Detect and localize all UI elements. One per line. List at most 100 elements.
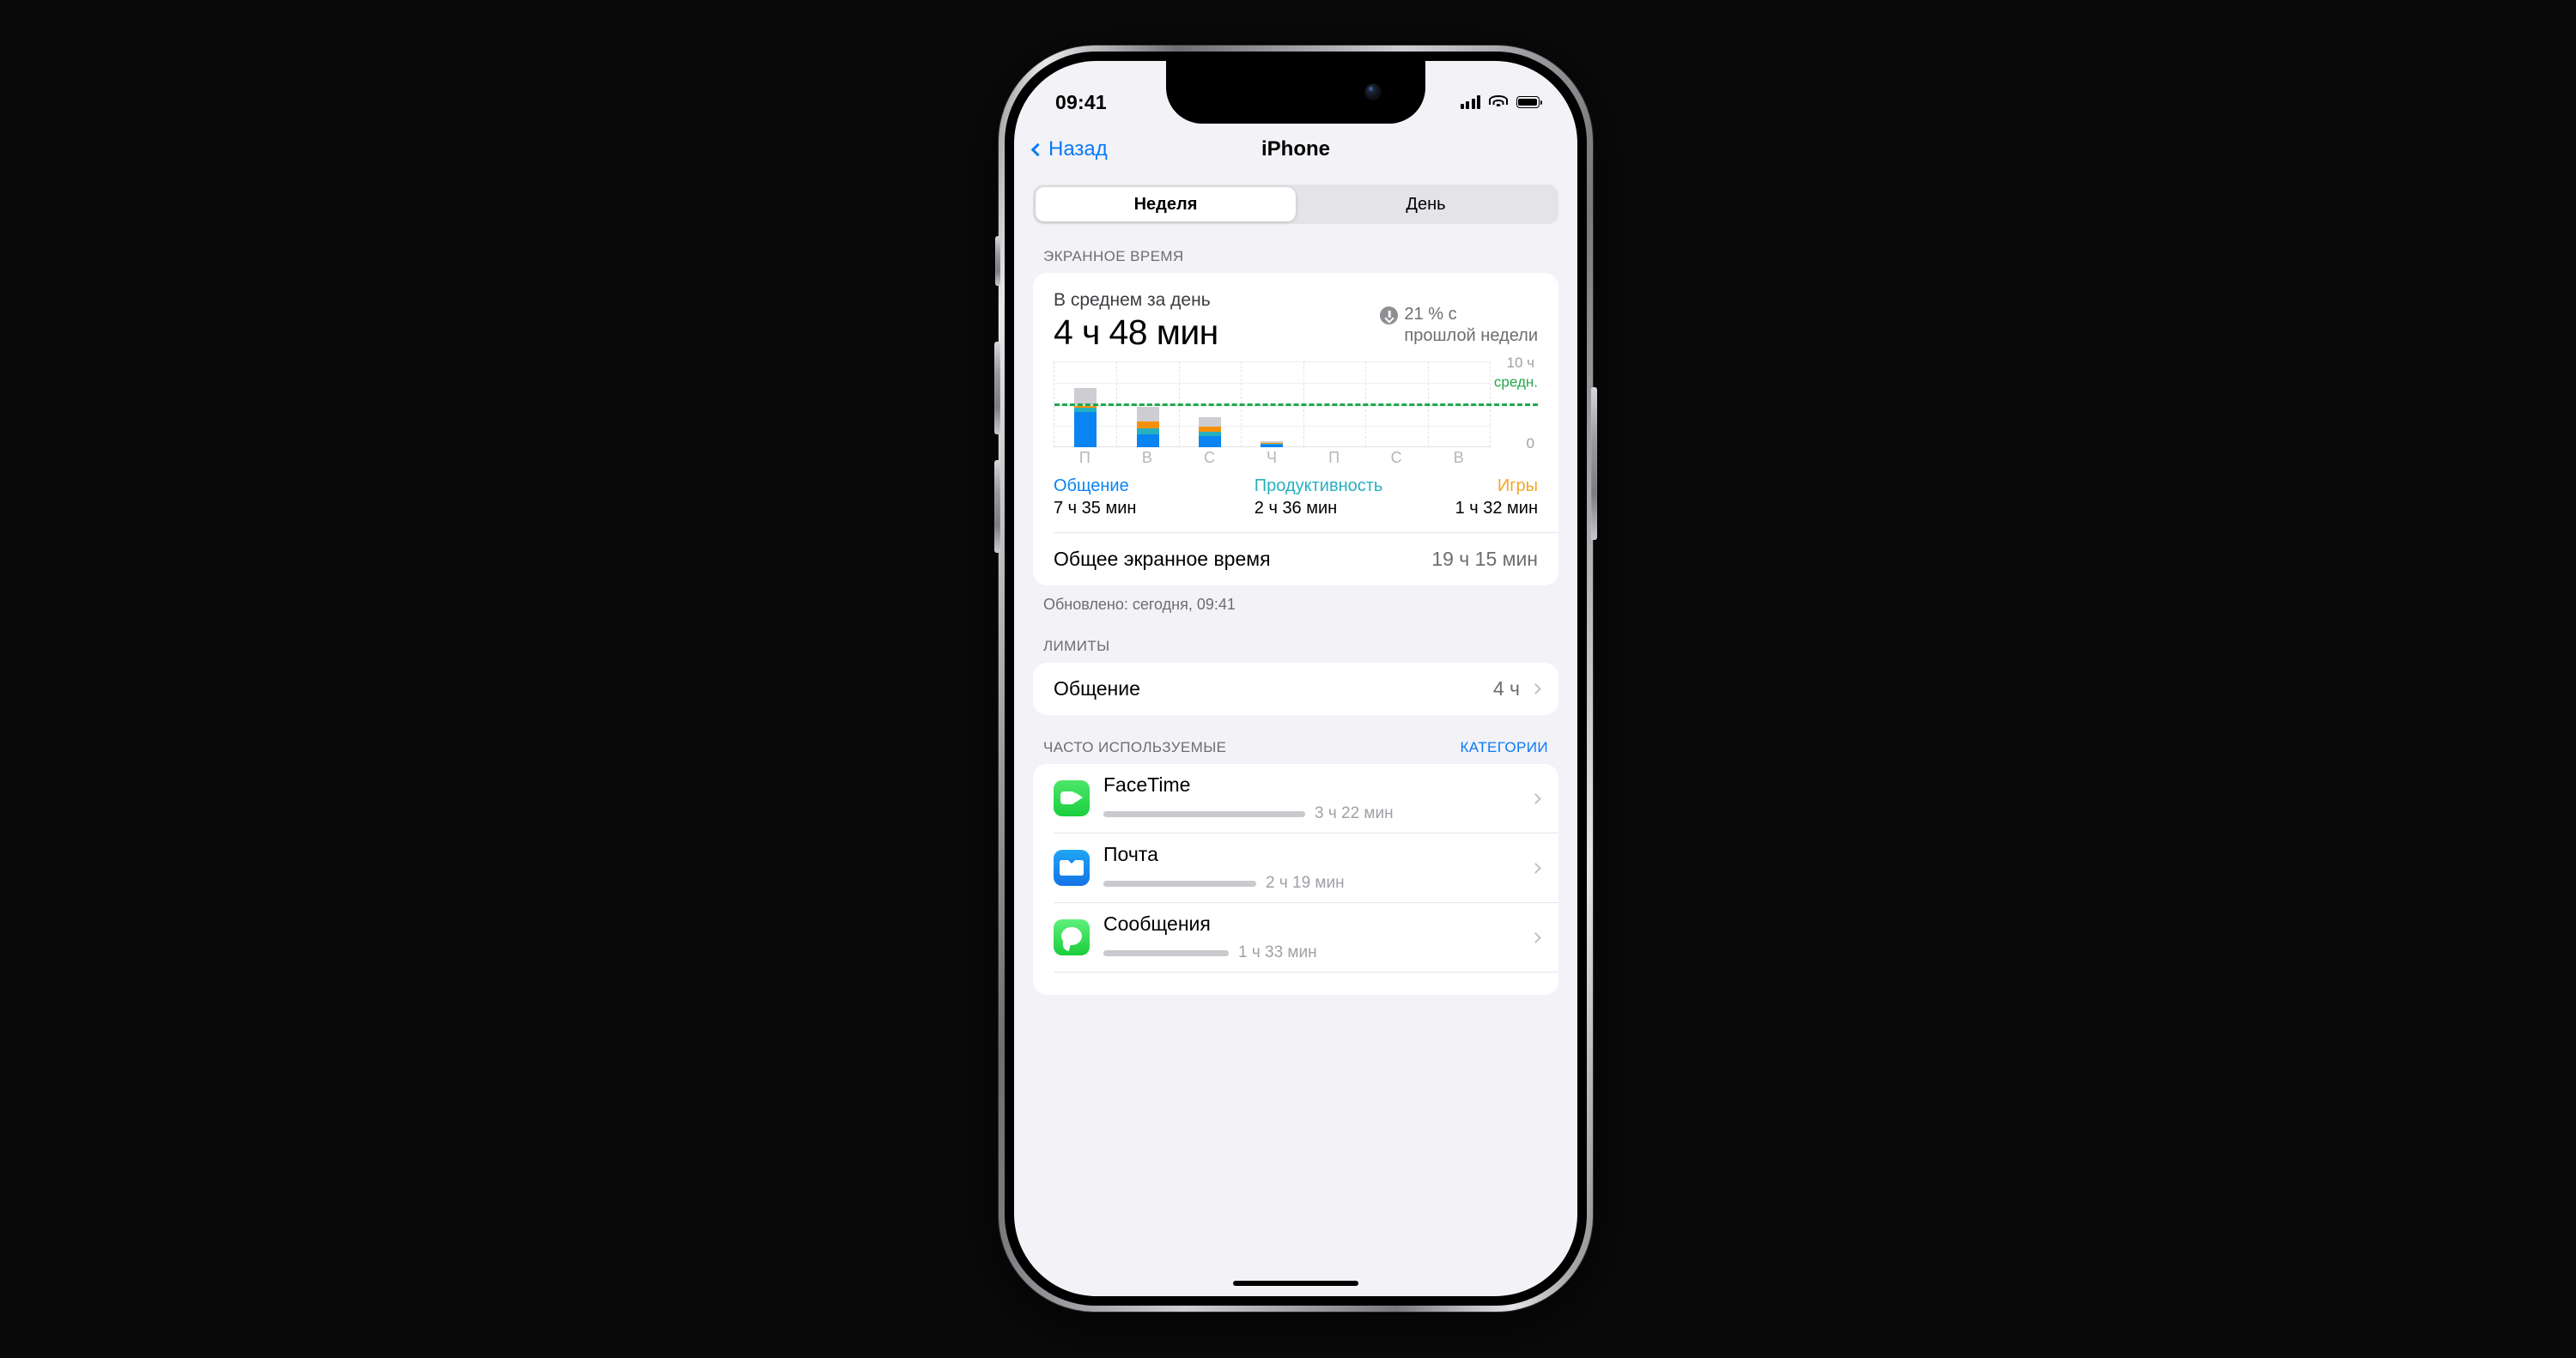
battery-icon: [1516, 96, 1542, 108]
volume-down-button[interactable]: [994, 460, 1000, 553]
bar-segment: [1199, 416, 1222, 427]
weekly-delta: 21 % с прошлой недели: [1380, 290, 1538, 353]
total-screen-time-label: Общее экранное время: [1054, 548, 1271, 570]
home-indicator[interactable]: [1233, 1281, 1358, 1286]
app-row-messages[interactable]: Сообщения 1 ч 33 мин: [1033, 903, 1558, 972]
y-axis-max-label: 10 ч: [1506, 355, 1535, 371]
chevron-right-icon: [1530, 931, 1541, 943]
app-name-facetime: FaceTime: [1103, 773, 1191, 796]
app-row-mail[interactable]: Почта 2 ч 19 мин: [1033, 834, 1558, 902]
front-camera-icon: [1365, 84, 1381, 100]
app-name-mail: Почта: [1103, 843, 1158, 865]
app-usage-meter-facetime: 3 ч 22 мин: [1103, 804, 1518, 823]
weekly-delta-text: 21 % с прошлой недели: [1404, 304, 1538, 353]
app-usage-meter-messages: 1 ч 33 мин: [1103, 943, 1518, 962]
y-axis-min-label: 0: [1526, 435, 1534, 452]
bar-segment: [1074, 411, 1097, 447]
screen-time-section-header: ЭКРАННОЕ ВРЕМЯ: [1014, 224, 1577, 273]
app-usage-meter-mail: 2 ч 19 мин: [1103, 874, 1518, 893]
legend-item-social[interactable]: Общение 7 ч 35 мин: [1054, 476, 1255, 518]
delta-line-1: 21 % с: [1404, 305, 1457, 324]
usage-bar: [1103, 949, 1229, 956]
bar-segment: [1136, 421, 1159, 428]
chevron-right-icon: [1530, 792, 1541, 804]
bar-segment: [1136, 433, 1159, 447]
notch: [1166, 61, 1425, 124]
bar-segment: [1136, 427, 1159, 434]
app-row-facetime[interactable]: FaceTime 3 ч 22 мин: [1033, 764, 1558, 833]
iphone-body: 09:41 Назад iPhone Неделя День ЭКРАННОЕ …: [1005, 52, 1587, 1306]
screen-time-average-block: В среднем за день 4 ч 48 мин: [1054, 290, 1218, 353]
limits-card: Общение 4 ч: [1033, 663, 1558, 715]
frequent-section-header: ЧАСТО ИСПОЛЬЗУЕМЫЕ КАТЕГОРИИ: [1014, 715, 1577, 764]
messages-icon: [1054, 919, 1090, 955]
average-label: В среднем за день: [1054, 290, 1211, 310]
tab-week[interactable]: Неделя: [1036, 187, 1296, 221]
app-time-messages: 1 ч 33 мин: [1238, 943, 1317, 961]
limits-section-label: ЛИМИТЫ: [1043, 638, 1110, 654]
legend-value-productivity: 2 ч 36 мин: [1254, 499, 1338, 518]
status-bar-indicators: [1460, 95, 1542, 109]
legend-label-social: Общение: [1054, 476, 1129, 495]
screen-time-card[interactable]: В среднем за день 4 ч 48 мин 21 % с прош…: [1033, 273, 1558, 585]
chevron-left-icon: [1030, 142, 1045, 156]
navigation-bar: Назад iPhone: [1014, 124, 1577, 174]
settings-scroll-view[interactable]: Неделя День ЭКРАННОЕ ВРЕМЯ В среднем за …: [1014, 174, 1577, 1296]
iphone-device-frame: 09:41 Назад iPhone Неделя День ЭКРАННОЕ …: [994, 45, 1597, 1312]
bar-segment: [1136, 406, 1159, 421]
chevron-right-icon: [1530, 683, 1541, 694]
back-button-label: Назад: [1048, 137, 1108, 161]
screen-time-summary: В среднем за день 4 ч 48 мин 21 % с прош…: [1033, 273, 1558, 353]
usage-bar: [1103, 810, 1305, 817]
app-info-mail: Почта 2 ч 19 мин: [1103, 843, 1518, 893]
total-screen-time-row[interactable]: Общее экранное время 19 ч 15 мин: [1033, 533, 1558, 585]
app-name-messages: Сообщения: [1103, 912, 1211, 935]
frequent-apps-card: FaceTime 3 ч 22 мин Почта 2 ч 19 мин Соо…: [1033, 764, 1558, 995]
chart-x-axis-labels: ПВСЧПСВ: [1054, 449, 1490, 466]
mute-switch-button[interactable]: [995, 236, 1000, 286]
limit-row-label: Общение: [1054, 677, 1140, 700]
app-info-facetime: FaceTime 3 ч 22 мин: [1103, 773, 1518, 823]
x-axis-tick: Ч: [1267, 449, 1278, 466]
category-legend: Общение 7 ч 35 мин Продуктивность 2 ч 36…: [1033, 463, 1558, 532]
legend-item-games[interactable]: Игры 1 ч 32 мин: [1455, 476, 1538, 518]
weekly-usage-chart[interactable]: 10 ч 0 средн. П В С Ч П С В: [1054, 355, 1538, 466]
x-axis-tick: В: [1141, 449, 1152, 466]
average-value: 4 ч 48 мин: [1054, 312, 1218, 352]
power-button[interactable]: [1591, 387, 1597, 540]
legend-label-productivity: Продуктивность: [1254, 476, 1383, 495]
tab-day[interactable]: День: [1296, 187, 1556, 221]
delta-line-2: прошлой недели: [1404, 326, 1538, 345]
screenshot-stage: 09:41 Назад iPhone Неделя День ЭКРАННОЕ …: [0, 0, 2576, 1358]
app-info-messages: Сообщения 1 ч 33 мин: [1103, 912, 1518, 962]
back-button[interactable]: Назад: [1014, 137, 1108, 161]
status-bar-clock: 09:41: [1055, 90, 1107, 113]
x-axis-tick: П: [1078, 449, 1091, 466]
last-updated-note: Обновлено: сегодня, 09:41: [1043, 596, 1236, 613]
facetime-icon: [1054, 780, 1090, 816]
x-axis-tick: С: [1390, 449, 1402, 466]
average-dashed-line: [1054, 403, 1538, 406]
limit-row-social[interactable]: Общение 4 ч: [1033, 663, 1558, 715]
period-segmented-control[interactable]: Неделя День: [1033, 185, 1558, 224]
frequent-section-label: ЧАСТО ИСПОЛЬЗУЕМЫЕ: [1043, 739, 1227, 755]
categories-link[interactable]: КАТЕГОРИИ: [1461, 739, 1549, 756]
usage-bar: [1103, 880, 1256, 887]
x-axis-tick: П: [1328, 449, 1340, 466]
x-axis-tick: С: [1203, 449, 1215, 466]
chevron-right-icon: [1530, 862, 1541, 874]
wifi-icon: [1489, 95, 1508, 109]
legend-label-games: Игры: [1497, 476, 1538, 495]
volume-up-button[interactable]: [994, 342, 1000, 434]
x-axis-tick: В: [1453, 449, 1464, 466]
average-line-label: средн.: [1493, 374, 1538, 391]
legend-item-productivity[interactable]: Продуктивность 2 ч 36 мин: [1255, 476, 1455, 518]
screen-time-section-label: ЭКРАННОЕ ВРЕМЯ: [1043, 248, 1184, 264]
limit-row-value: 4 ч: [1492, 677, 1520, 700]
bar-segment: [1261, 445, 1284, 447]
mail-icon: [1054, 850, 1090, 886]
limits-section-header: ЛИМИТЫ: [1014, 614, 1577, 663]
legend-value-social: 7 ч 35 мин: [1054, 499, 1137, 518]
limit-row-right: 4 ч: [1492, 677, 1541, 700]
app-time-facetime: 3 ч 22 мин: [1315, 804, 1394, 822]
